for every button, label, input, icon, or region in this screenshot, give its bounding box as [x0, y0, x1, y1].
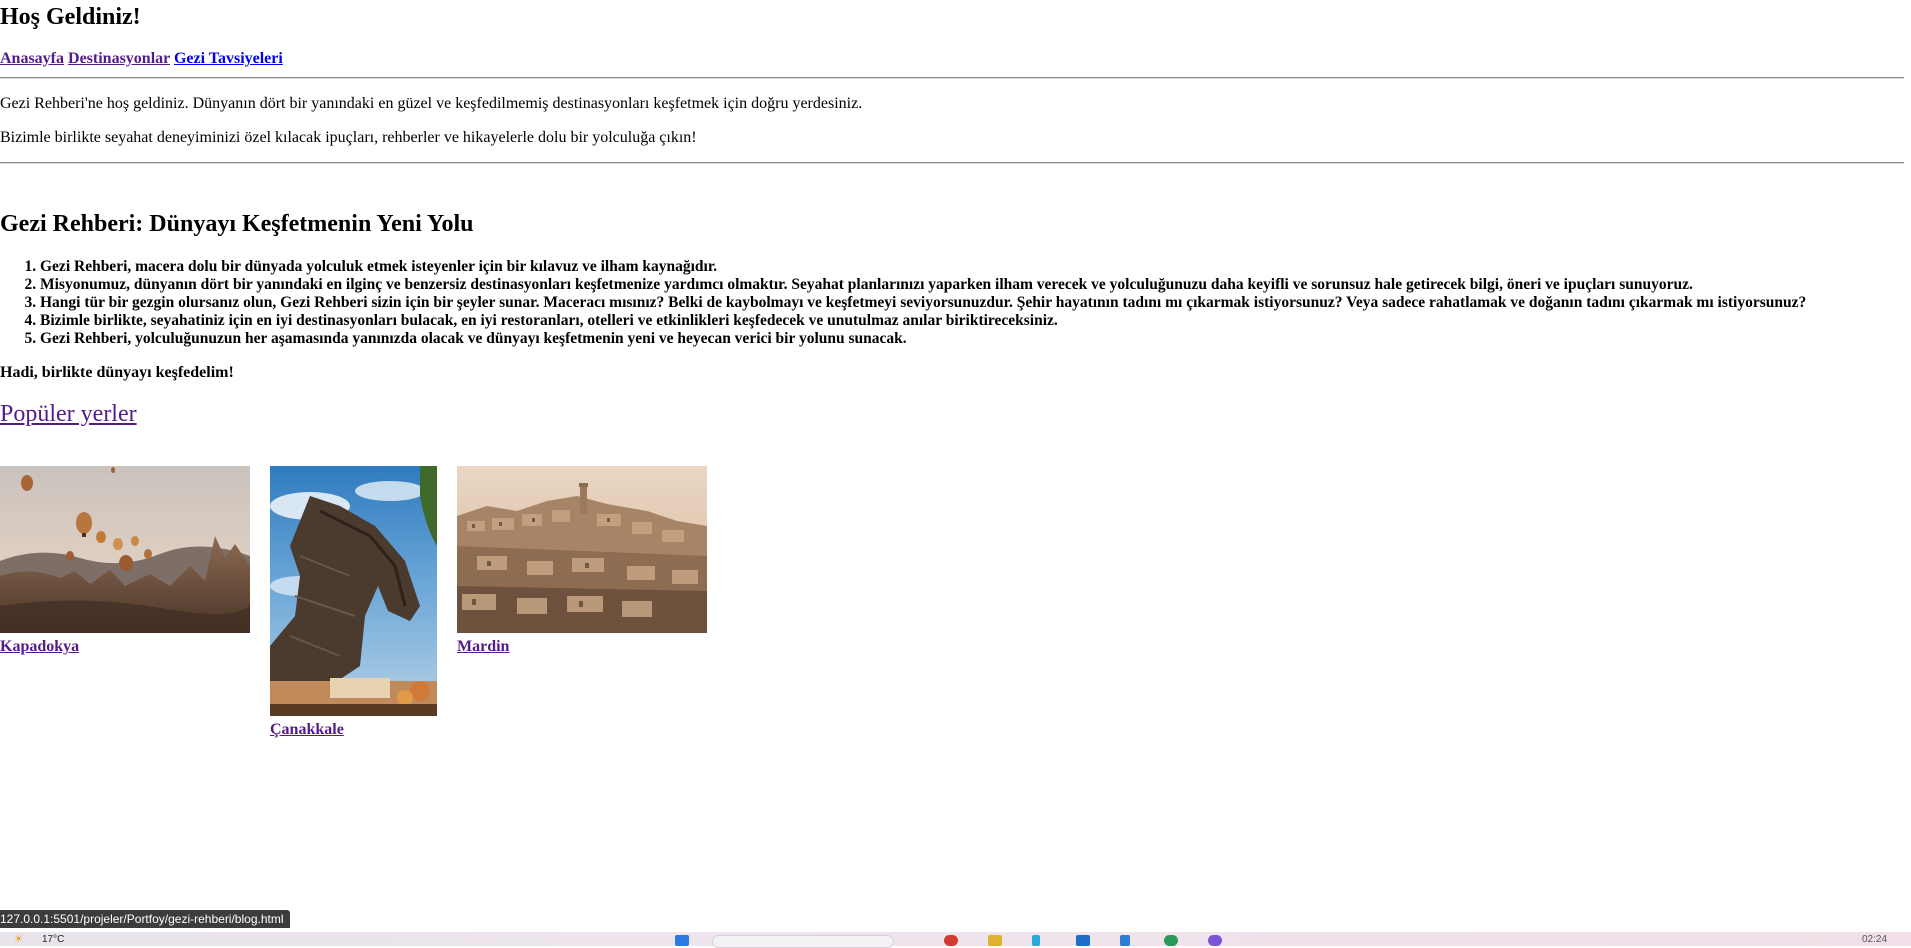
weather-icon[interactable]: ☀	[14, 934, 23, 945]
canakkale-image[interactable]	[270, 466, 437, 716]
weather-temperature[interactable]: 17°C	[42, 934, 64, 945]
list-item: Hangi tür bir gezgin olursanız olun, Gez…	[40, 294, 1806, 312]
guide-title: Gezi Rehberi: Dünyayı Keşfetmenin Yeni Y…	[0, 211, 474, 237]
top-nav: Anasayfa Destinasyonlar Gezi Tavsiyeleri	[0, 50, 283, 68]
place-card-kapadokya: Kapadokya	[0, 466, 250, 656]
list-item: Gezi Rehberi, macera dolu bir dünyada yo…	[40, 258, 1806, 276]
start-icon[interactable]	[675, 935, 689, 946]
store-icon[interactable]	[1076, 935, 1090, 946]
guide-points-list: Gezi Rehberi, macera dolu bir dünyada yo…	[0, 258, 1806, 348]
list-item: Gezi Rehberi, yolculuğunuzun her aşaması…	[40, 330, 1806, 348]
chrome-icon[interactable]	[944, 935, 958, 946]
page-header-title: Hoş Geldiniz!	[0, 4, 141, 30]
discord-icon[interactable]	[1208, 935, 1222, 946]
place-link-kapadokya[interactable]: Kapadokya	[0, 638, 250, 656]
place-link-canakkale[interactable]: Çanakkale	[270, 721, 437, 739]
vscode-icon[interactable]	[1120, 935, 1130, 946]
place-link-mardin[interactable]: Mardin	[457, 638, 707, 656]
kapadokya-image[interactable]	[0, 466, 250, 633]
closing-text: Hadi, birlikte dünyayı keşfedelim!	[0, 364, 234, 381]
popular-places-link[interactable]: Popüler yerler	[0, 401, 137, 427]
intro-paragraph-2: Bizimle birlikte seyahat deneyiminizi öz…	[0, 129, 697, 146]
place-card-mardin: Mardin	[457, 466, 707, 656]
intro-paragraph-1: Gezi Rehberi'ne hoş geldiniz. Dünyanın d…	[0, 95, 863, 112]
list-item: Bizimle birlikte, seyahatiniz için en iy…	[40, 312, 1806, 330]
taskbar-clock[interactable]: 02:24	[1862, 934, 1887, 945]
search-box[interactable]	[712, 935, 894, 948]
nav-link-gezi-tavsiyeleri[interactable]: Gezi Tavsiyeleri	[174, 50, 283, 67]
place-card-canakkale: Çanakkale	[270, 466, 437, 739]
nav-link-destinasyonlar[interactable]: Destinasyonlar	[68, 50, 170, 67]
list-item: Misyonumuz, dünyanın dört bir yanındaki …	[40, 276, 1806, 294]
whatsapp-icon[interactable]	[1164, 935, 1178, 946]
popular-places-heading: Popüler yerler	[0, 401, 137, 428]
phone-link-icon[interactable]	[1032, 935, 1040, 946]
nav-link-anasayfa[interactable]: Anasayfa	[0, 50, 64, 67]
file-explorer-icon[interactable]	[988, 935, 1002, 946]
divider-top	[0, 77, 1904, 79]
browser-status-url: 127.0.0.1:5501/projeler/Portfoy/gezi-reh…	[0, 910, 290, 928]
taskbar: ☀ 17°C 02:24	[0, 932, 1911, 948]
mardin-image[interactable]	[457, 466, 707, 633]
divider-bottom	[0, 162, 1904, 164]
